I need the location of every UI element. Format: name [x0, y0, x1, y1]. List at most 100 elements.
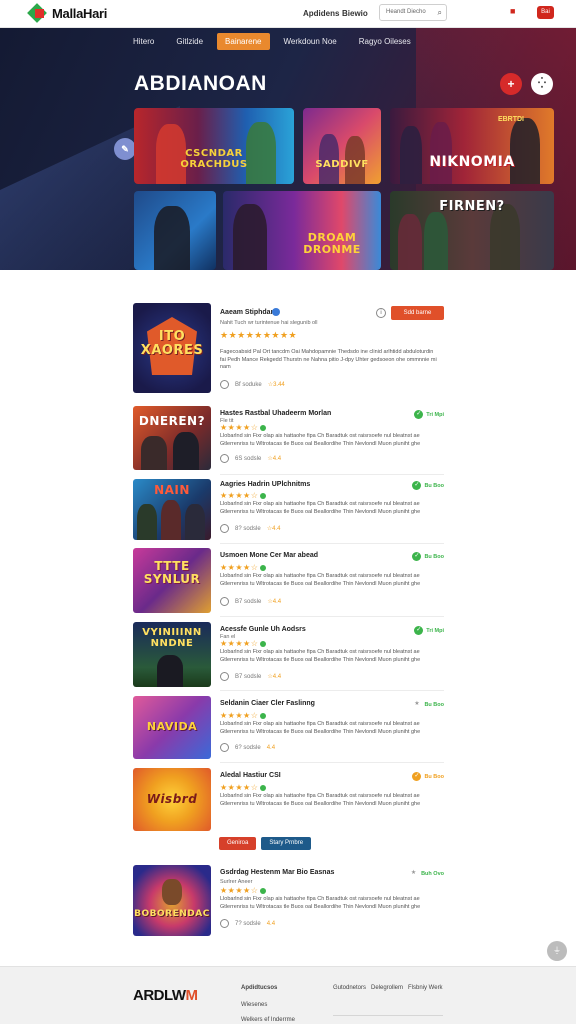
status-badge: ✓ Tri Mpi — [414, 626, 444, 635]
check-icon: ✓ — [414, 626, 424, 635]
thumbnail-title: VYINIIINN NNDNE — [142, 627, 202, 650]
game-list-item[interactable]: Wisbrd Aledal Hastiur CSI ★★★★☆ Llobarln… — [133, 768, 444, 832]
divider — [220, 474, 444, 475]
bag-icon[interactable]: ■ — [510, 6, 515, 16]
nav-tab-bainarene[interactable]: Bainarene — [217, 33, 270, 50]
game-thumbnail[interactable]: ITO XAORES — [133, 303, 211, 393]
footer-heading: Apdidtucsos — [241, 985, 278, 991]
tile-corner-label: EBRTDI — [497, 116, 524, 123]
clock-icon — [220, 743, 229, 752]
clock-icon — [220, 919, 229, 928]
game-list-item[interactable]: VYINIIINN NNDNE Acessfe Gunle Uh Aodsrs … — [133, 622, 444, 691]
featured-game-card[interactable]: ITO XAORES Aaeam Stiphdar Nahit Tuch wr … — [133, 303, 444, 395]
tile-title: FIRNEN? — [439, 199, 505, 214]
nav-tab-gitlzide[interactable]: Gitlzide — [168, 33, 211, 50]
add-game-button[interactable]: Sdd barne — [391, 306, 444, 320]
game-tile[interactable]: FIRNEN? — [390, 191, 554, 270]
game-thumbnail[interactable]: DNEREN? — [133, 406, 211, 470]
game-meta: 8? sodsle ☆4.4 — [220, 524, 280, 533]
game-thumbnail[interactable]: NAIN — [133, 479, 211, 540]
search-placeholder: Heandt Diecho — [386, 9, 426, 15]
nav-tab-ragyo[interactable]: Ragyo Oileses — [351, 33, 419, 50]
add-button[interactable]: + — [500, 73, 522, 95]
rating-stars: ★★★★☆ — [220, 783, 267, 792]
star-icon: ★ — [410, 870, 417, 876]
edit-icon[interactable]: ✎ — [114, 138, 136, 160]
clock-icon — [220, 454, 229, 463]
thumbnail-title: NAVIDA — [146, 719, 198, 733]
game-title[interactable]: Aledal Hastiur CSI — [220, 772, 281, 779]
game-title[interactable]: Aagries Hadrin UPlchnitms — [220, 481, 310, 488]
clock-icon — [220, 672, 229, 681]
game-tile[interactable]: DROAM DRONME — [223, 191, 381, 270]
game-list-item[interactable]: BOBORENDAC Gsdrdag Hestenm Mar Bio Easna… — [133, 865, 444, 937]
rating-stars: ★★★★☆ — [220, 491, 267, 500]
nav-tab-werkdoun[interactable]: Werkdoun Noe — [276, 33, 345, 50]
check-icon: ✓ — [412, 552, 422, 561]
game-list-item[interactable]: TTTE SYNLUR Usmoen Mone Cer Mar abead ★★… — [133, 548, 444, 617]
game-tile[interactable]: SADDIVF — [303, 108, 381, 184]
check-icon: ✓ — [412, 772, 422, 781]
game-meta: Bf soduke ☆3.44 — [220, 380, 285, 389]
hero-title: ABDIANOAN — [134, 72, 267, 95]
status-badge: ✓ Bu Boo — [412, 552, 444, 561]
menu-dots-icon[interactable]: ⁛ — [531, 73, 553, 95]
game-description: Llobarlnd sin Fixr olap ais hattaohe fip… — [220, 649, 421, 663]
game-description: Fagecoabsid Pal Ort tancdm Oai Mahdopamn… — [220, 349, 437, 370]
clock-icon — [220, 524, 229, 533]
game-title[interactable]: Usmoen Mone Cer Mar abead — [220, 552, 318, 559]
game-thumbnail[interactable]: NAVIDA — [133, 696, 211, 759]
info-icon[interactable]: i — [376, 308, 386, 318]
secondary-button[interactable]: Stary Prnbre — [261, 837, 312, 850]
game-list-item[interactable]: DNEREN? Hastes Rastbal Uhadeerm Morlan F… — [133, 406, 444, 475]
thumbnail-title: TTTE SYNLUR — [143, 558, 201, 586]
scroll-top-icon[interactable]: ⏚ — [547, 941, 567, 961]
rating-stars: ★★★★☆ — [220, 886, 267, 895]
game-description: Llobarlnd sin Fixr olap ais hattaohe fip… — [220, 501, 421, 515]
game-thumbnail[interactable]: TTTE SYNLUR — [133, 548, 211, 613]
game-title[interactable]: Hastes Rastbal Uhadeerm Morlan — [220, 410, 331, 417]
footer-link[interactable]: Delegrollem — [371, 985, 403, 991]
divider — [220, 616, 444, 617]
nav-link-apdidens[interactable]: Apdidens — [303, 9, 339, 18]
game-description: Llobarlnd sin Fixr olap ais hattaohe fip… — [220, 721, 421, 735]
site-logo[interactable]: MallaHari — [27, 3, 107, 23]
game-tile[interactable] — [134, 191, 216, 270]
game-list-item[interactable]: NAVIDA Seldanin Ciaer Cler Faslinng ★★★★… — [133, 696, 444, 763]
game-description: Llobarlnd sin Fixr olap ais hattaohe fip… — [220, 793, 421, 807]
rating-stars: ★★★★☆ — [220, 563, 267, 572]
game-list-item[interactable]: NAIN Aagries Hadrin UPlchnitms ★★★★☆ Llo… — [133, 479, 444, 544]
game-meta: 6? sodsle 4.4 — [220, 743, 275, 752]
footer-logo[interactable]: ARDLWM — [133, 987, 198, 1004]
game-thumbnail[interactable]: Wisbrd — [133, 768, 211, 831]
footer-link[interactable]: Wiesenes — [241, 1002, 267, 1008]
footer-link[interactable]: Gutodnetors — [333, 985, 366, 991]
game-title[interactable]: Aaeam Stiphdar — [220, 309, 273, 316]
game-thumbnail[interactable]: BOBORENDAC — [133, 865, 211, 936]
search-input[interactable]: Heandt Diecho ⌕ — [379, 4, 447, 21]
game-tile[interactable]: CSCNDAR ORACHDUS — [134, 108, 294, 184]
action-buttons: Geniroa Stary Prnbre — [219, 837, 312, 850]
search-icon[interactable]: ⌕ — [438, 8, 442, 18]
account-button[interactable]: Bai — [537, 6, 554, 19]
tile-title: NIKNOMIA — [429, 154, 515, 171]
game-tile[interactable]: NIKNOMIA EBRTDI — [390, 108, 554, 184]
primary-button[interactable]: Geniroa — [219, 837, 257, 850]
game-subtitle: Nahit Tuch wr turintenue hai slegunib ol… — [220, 320, 318, 326]
game-thumbnail[interactable]: VYINIIINN NNDNE — [133, 622, 211, 687]
main-nav: Hitero Gitlzide Bainarene Werkdoun Noe R… — [125, 33, 419, 50]
game-meta: 6S sodsle ☆4.4 — [220, 454, 281, 463]
footer-link[interactable]: Welkers ef Inderrme — [241, 1017, 295, 1023]
game-title[interactable]: Acessfe Gunle Uh Aodsrs — [220, 626, 306, 633]
game-subtitle: Surlrer Aneer — [220, 879, 253, 885]
footer-link[interactable]: Flsbniy Werk — [408, 985, 443, 991]
divider — [220, 690, 444, 691]
nav-link-biewio[interactable]: Biewio — [342, 9, 368, 18]
tile-title: DROAM DRONME — [303, 230, 361, 256]
clock-icon — [220, 380, 229, 389]
game-title[interactable]: Gsdrdag Hestenm Mar Bio Easnas — [220, 869, 334, 876]
nav-tab-hitero[interactable]: Hitero — [125, 33, 162, 50]
thumbnail-title: ITO XAORES — [140, 329, 204, 358]
meta-rating: ☆3.44 — [267, 382, 285, 388]
game-title[interactable]: Seldanin Ciaer Cler Faslinng — [220, 700, 315, 707]
